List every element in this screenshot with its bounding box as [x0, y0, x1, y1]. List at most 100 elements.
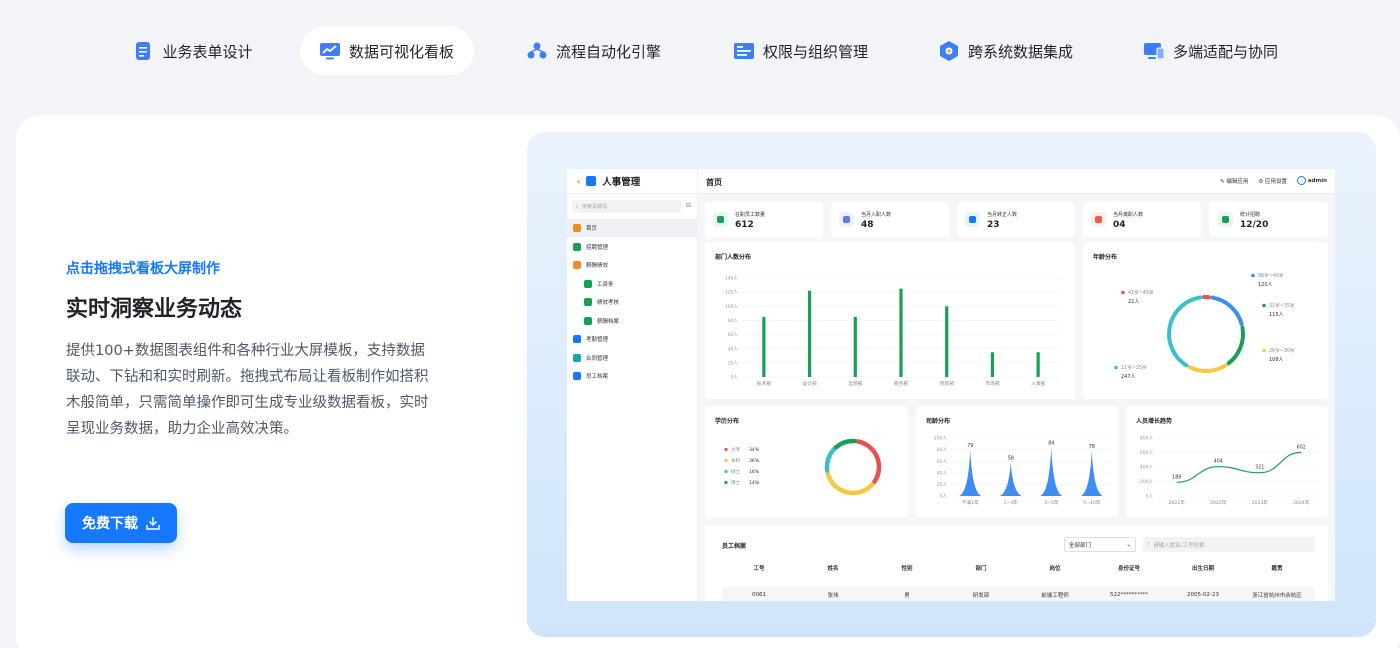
sidebar-item-label: 薪酬档案 [597, 318, 620, 325]
stat-card: 当月入职人数 48 [831, 202, 949, 237]
sidebar-item[interactable]: 考勤管理 [567, 330, 698, 348]
data-label: 58 [1008, 455, 1014, 461]
tab-label: 跨系统数据集成 [967, 42, 1073, 61]
free-download-button[interactable]: 免费下载 [65, 503, 177, 543]
app-settings-button[interactable]: ⚙ 应用设置 [1258, 177, 1287, 185]
employee-file-icon [573, 372, 581, 380]
stat-card: 在职员工数量 612 [705, 202, 823, 237]
bar [1036, 352, 1040, 377]
age-value: 22人 [1128, 299, 1139, 305]
sidebar-header: ‹ 人事管理 [567, 169, 698, 194]
age-value: 247人 [1121, 374, 1136, 380]
sidebar-item[interactable]: 工资条 [567, 275, 698, 293]
app-topbar: 首页 ✎ 编辑应用 ⚙ 应用设置 admin [698, 169, 1335, 194]
age-donut-chart: 36岁~40岁 120人 31岁~35岁 115人 26岁~30岁 108人 21岁~25岁… [1114, 272, 1295, 380]
table-cell: 张伟 [827, 593, 839, 599]
sidebar-item[interactable]: 薪酬档案 [567, 312, 698, 330]
download-button-label: 免费下载 [82, 516, 138, 532]
sidebar-item[interactable]: 员工档案 [567, 367, 698, 385]
edit-icon: ✎ [1219, 178, 1225, 185]
y-tick-label: 0人 [940, 494, 948, 500]
bar [990, 352, 995, 377]
legend-dot [724, 458, 728, 463]
app-sidebar: ‹ 人事管理 ⌕ 搜索关键词 ⊟ 首页招聘管理 薪酬绩效 工资条绩效考核薪酬档案考勤… [567, 169, 698, 601]
data-label: 321 [1255, 465, 1264, 471]
table-header-cell: 身份证号 [1117, 566, 1140, 572]
collapse-icon[interactable]: ⊟ [686, 202, 691, 209]
stat-value: 23 [987, 220, 1000, 230]
tab-data-dashboard[interactable]: 数据可视化看板 [300, 27, 474, 75]
tab-label: 数据可视化看板 [348, 42, 454, 61]
table-cell: 前端工程师 [1041, 593, 1069, 599]
tab-permission-org[interactable]: 权限与组织管理 [715, 27, 887, 75]
data-label: 189 [1172, 474, 1181, 480]
bar [762, 316, 766, 377]
table-header-cell: 性别 [901, 566, 913, 572]
tab-flow-engine[interactable]: 流程自动化引擎 [508, 27, 680, 75]
stat-value: 12/20 [1240, 220, 1269, 230]
attendance-icon [573, 335, 581, 343]
tab-label: 多端适配与协同 [1172, 42, 1278, 61]
bar [945, 306, 949, 377]
sidebar-item-label: 首页 [586, 226, 598, 232]
growth-line-chart: 0人 200人 400人 600人 800人 189 2021年 404 2022年 321 202… [1140, 436, 1322, 506]
search-placeholder: 搜索关键词 [581, 204, 607, 210]
x-tick-label: 项目部 [940, 380, 955, 387]
x-tick-label: 5~10年 [1083, 499, 1101, 506]
donut-slice [1210, 295, 1244, 327]
y-tick-label: 60人 [728, 332, 739, 338]
y-tick-label: 140人 [725, 276, 739, 282]
age-label: 31岁~35岁 [1269, 302, 1295, 309]
y-tick-label: 0人 [731, 375, 739, 381]
table-title: 员工档案 [722, 543, 747, 550]
legend-dot [1262, 348, 1266, 353]
table-header-row: 工号 姓名 性别 部门 岗位 身份证号 出生日期 籍贯 [722, 560, 1314, 576]
sidebar-item[interactable]: 合同管理 [567, 349, 698, 367]
y-tick-label: 60人 [937, 459, 948, 465]
x-tick-label: 设计部 [802, 380, 817, 387]
y-tick-label: 600人 [1140, 450, 1154, 456]
edu-donut-chart: 大专 34% 本科 36% 硕士 16% 博士 14% [724, 438, 882, 496]
edu-value: 34% [749, 447, 760, 453]
sidebar-search-input[interactable]: ⌕ 搜索关键词 [572, 200, 681, 213]
legend-dot [1262, 303, 1266, 308]
table-search-input[interactable]: ⌕ 请输入姓名/工号检索 [1143, 537, 1315, 552]
tab-form-design[interactable]: 业务表单设计 [118, 27, 268, 75]
x-tick-label: 2021年 [1169, 499, 1186, 506]
data-label: 602 [1297, 444, 1306, 450]
org-icon [733, 41, 754, 61]
stat-label: 当月离职人数 [1113, 212, 1144, 218]
sidebar-item[interactable]: 绩效考核 [567, 293, 698, 311]
flow-icon [527, 41, 547, 61]
dept-filter-select[interactable]: 全部部门 ⌄ [1064, 537, 1136, 552]
bar [899, 288, 903, 377]
integration-icon [939, 41, 959, 61]
stat-icon [839, 212, 854, 227]
age-value: 115人 [1269, 312, 1284, 318]
table-search-placeholder: 请输入姓名/工号检索 [1153, 542, 1205, 549]
table-header-cell: 出生日期 [1191, 566, 1214, 572]
form-icon [133, 41, 153, 61]
table-header-cell: 部门 [975, 566, 987, 572]
back-icon[interactable]: ‹ [577, 177, 580, 186]
area-spike [1040, 447, 1063, 496]
user-menu[interactable]: admin [1297, 176, 1327, 185]
sidebar-item[interactable]: 薪酬绩效 [567, 256, 698, 274]
table-row[interactable]: 0061 张伟 男 研发部 前端工程师 522********** 2005-02-23 浙江… [722, 587, 1314, 601]
tab-multi-device[interactable]: 多端适配与协同 [1125, 27, 1297, 75]
y-tick-label: 120人 [725, 290, 739, 296]
sidebar-item[interactable]: 首页 [567, 219, 698, 237]
legend-dot [724, 480, 728, 485]
chart-board-icon [319, 41, 340, 61]
sidebar-item-label: 绩效考核 [597, 300, 620, 306]
breadcrumb: 首页 [706, 178, 722, 187]
tab-cross-system[interactable]: 跨系统数据集成 [920, 27, 1092, 75]
edit-app-button[interactable]: ✎ 编辑应用 [1220, 177, 1248, 185]
tab-label: 流程自动化引擎 [555, 42, 661, 61]
edu-value: 36% [749, 458, 760, 464]
x-tick-label: 商务部 [894, 380, 909, 387]
sidebar-item[interactable]: 招聘管理 [567, 238, 698, 256]
edu-label: 硕士 [731, 468, 741, 475]
x-tick-label: 市场部 [985, 380, 1000, 387]
area-spike [1080, 450, 1103, 496]
